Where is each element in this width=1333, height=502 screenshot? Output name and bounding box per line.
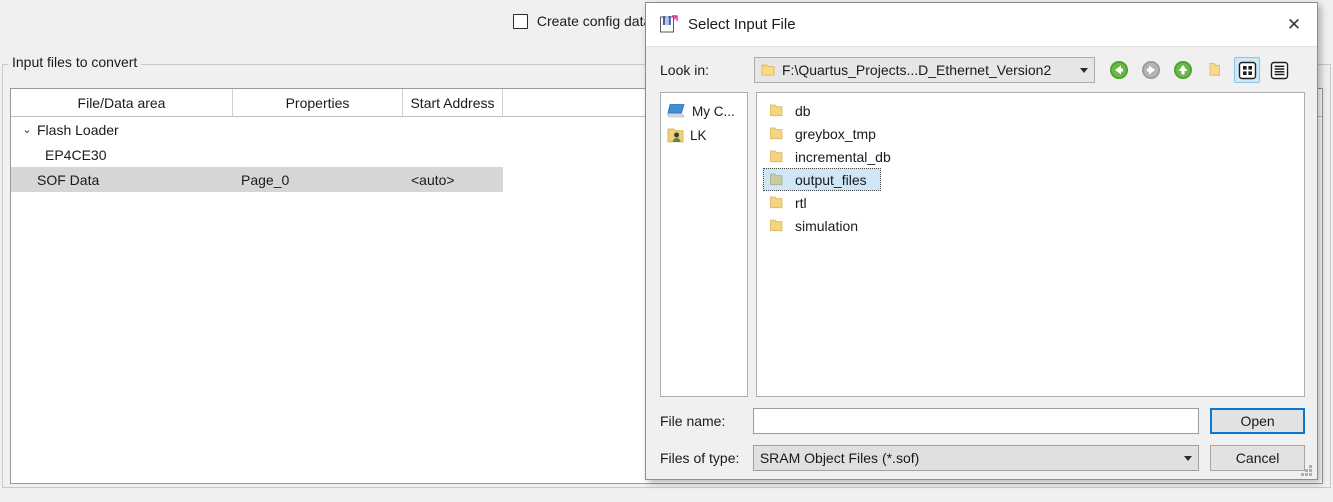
icon-view-button[interactable] bbox=[1234, 57, 1260, 83]
folder-icon bbox=[769, 195, 784, 210]
list-item[interactable]: simulation bbox=[763, 214, 858, 237]
look-in-label: Look in: bbox=[660, 62, 754, 78]
table-row-selected[interactable]: SOF Data Page_0 <auto> bbox=[11, 167, 503, 192]
list-item-label: db bbox=[795, 103, 811, 119]
list-item[interactable]: incremental_db bbox=[763, 145, 891, 168]
dialog-footer: File name: Open Files of type: SRAM Obje… bbox=[660, 408, 1305, 471]
grid-view-icon bbox=[1238, 61, 1257, 80]
cell-properties: Page_0 bbox=[233, 167, 403, 192]
file-name-row: File name: Open bbox=[660, 408, 1305, 434]
browser-panes: My C... LK db bbox=[660, 92, 1305, 397]
select-input-file-dialog: Select Input File ✕ Look in: F:\Quartus_… bbox=[645, 2, 1318, 480]
sidebar-item-lk[interactable]: LK bbox=[661, 123, 747, 147]
dialog-body: Look in: F:\Quartus_Projects...D_Etherne… bbox=[646, 47, 1317, 480]
close-icon[interactable]: ✕ bbox=[1271, 3, 1317, 46]
forward-button[interactable] bbox=[1138, 57, 1164, 83]
open-button[interactable]: Open bbox=[1210, 408, 1305, 434]
chevron-down-icon[interactable] bbox=[1178, 446, 1198, 470]
checkbox-box[interactable] bbox=[513, 14, 528, 29]
folder-icon bbox=[769, 126, 784, 141]
files-of-type-combobox[interactable]: SRAM Object Files (*.sof) bbox=[753, 445, 1199, 471]
back-arrow-icon bbox=[1109, 60, 1129, 80]
forward-arrow-icon bbox=[1141, 60, 1161, 80]
chevron-down-icon[interactable]: ⌄ bbox=[19, 123, 35, 136]
list-item-label: rtl bbox=[795, 195, 807, 211]
resize-grip[interactable] bbox=[1301, 465, 1313, 477]
cell-properties bbox=[233, 117, 403, 142]
cell-start-address bbox=[403, 142, 503, 167]
look-in-combobox[interactable]: F:\Quartus_Projects...D_Ethernet_Version… bbox=[754, 57, 1095, 83]
chevron-down-icon[interactable] bbox=[1074, 58, 1094, 82]
sidebar-item-my-computer[interactable]: My C... bbox=[661, 99, 747, 123]
cell-file-data-area: SOF Data bbox=[11, 167, 233, 192]
list-item[interactable]: greybox_tmp bbox=[763, 122, 876, 145]
files-of-type-label: Files of type: bbox=[660, 450, 753, 466]
dialog-title: Select Input File bbox=[688, 16, 1271, 33]
sidebar-item-label: LK bbox=[690, 128, 707, 143]
cell-start-address bbox=[403, 117, 503, 142]
input-files-group-title: Input files to convert bbox=[8, 54, 141, 70]
list-item-label: simulation bbox=[795, 218, 858, 234]
cancel-button[interactable]: Cancel bbox=[1210, 445, 1305, 471]
list-view-icon bbox=[1270, 61, 1289, 80]
dialog-title-bar[interactable]: Select Input File ✕ bbox=[646, 3, 1317, 47]
look-in-value: F:\Quartus_Projects...D_Ethernet_Version… bbox=[782, 62, 1074, 78]
new-folder-button[interactable] bbox=[1202, 57, 1228, 83]
cell-file-data-area: EP4CE30 bbox=[11, 142, 233, 167]
list-item-label: incremental_db bbox=[795, 149, 891, 165]
column-header-file-data-area[interactable]: File/Data area bbox=[11, 89, 233, 117]
list-item-label: output_files bbox=[795, 172, 867, 188]
folder-icon bbox=[769, 172, 784, 187]
files-of-type-row: Files of type: SRAM Object Files (*.sof)… bbox=[660, 445, 1305, 471]
list-item[interactable]: db bbox=[763, 99, 811, 122]
folder-icon bbox=[769, 103, 784, 118]
row-label: Flash Loader bbox=[37, 122, 119, 138]
user-folder-icon bbox=[667, 127, 684, 144]
folder-icon bbox=[761, 63, 775, 77]
look-in-row: Look in: F:\Quartus_Projects...D_Etherne… bbox=[660, 57, 1305, 83]
column-header-properties[interactable]: Properties bbox=[233, 89, 403, 117]
sidebar-item-label: My C... bbox=[692, 104, 735, 119]
back-button[interactable] bbox=[1106, 57, 1132, 83]
file-name-input[interactable] bbox=[753, 408, 1199, 434]
folder-icon bbox=[769, 149, 784, 164]
file-list[interactable]: db greybox_tmp incremental_db bbox=[756, 92, 1305, 397]
cell-start-address: <auto> bbox=[403, 167, 503, 192]
list-item-label: greybox_tmp bbox=[795, 126, 876, 142]
computer-icon bbox=[667, 103, 686, 120]
files-of-type-value: SRAM Object Files (*.sof) bbox=[760, 450, 1178, 466]
file-name-label: File name: bbox=[660, 413, 753, 429]
new-folder-icon bbox=[1206, 61, 1224, 79]
list-item-selected[interactable]: output_files bbox=[763, 168, 881, 191]
cell-file-data-area: ⌄ Flash Loader bbox=[11, 117, 233, 142]
file-dialog-icon bbox=[658, 14, 679, 35]
places-sidebar: My C... LK bbox=[660, 92, 748, 397]
detail-view-button[interactable] bbox=[1266, 57, 1292, 83]
list-item[interactable]: rtl bbox=[763, 191, 807, 214]
row-label: SOF Data bbox=[37, 172, 99, 188]
folder-icon bbox=[769, 218, 784, 233]
parent-directory-button[interactable] bbox=[1170, 57, 1196, 83]
up-arrow-icon bbox=[1173, 60, 1193, 80]
column-header-start-address[interactable]: Start Address bbox=[403, 89, 503, 117]
cell-properties bbox=[233, 142, 403, 167]
